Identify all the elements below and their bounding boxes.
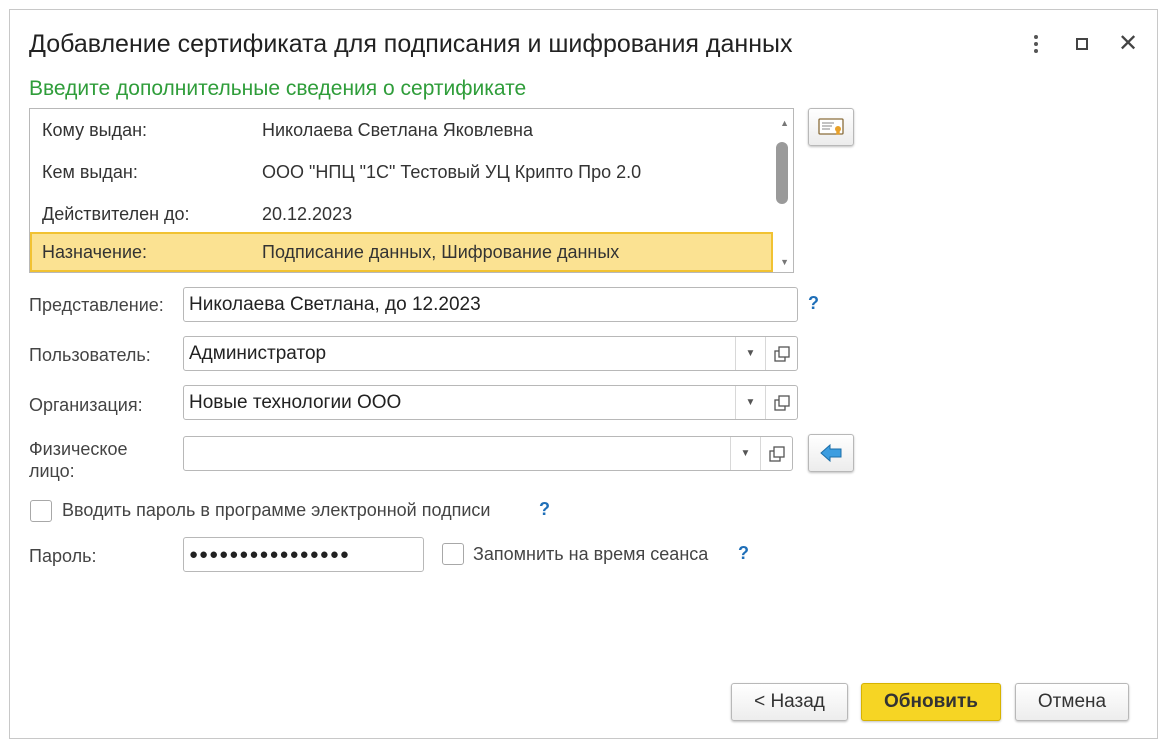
cert-row-key: Назначение: <box>42 241 148 262</box>
back-button[interactable]: < Назад <box>731 683 848 721</box>
chevron-down-icon[interactable]: ▼ <box>730 437 760 470</box>
dialog-title: Добавление сертификата для подписания и … <box>29 30 793 58</box>
password-label: Пароль: <box>29 546 97 566</box>
user-field[interactable]: Администратор ▼ <box>183 336 798 371</box>
scrollbar-thumb[interactable] <box>776 142 788 204</box>
cert-row-value: ООО "НПЦ "1С" Тестовый УЦ Крипто Про 2.0 <box>262 161 642 182</box>
certificate-icon <box>818 118 844 135</box>
scroll-down-icon[interactable]: ▼ <box>780 257 789 267</box>
organization-value: Новые технологии ООО <box>189 391 402 413</box>
chevron-down-icon[interactable]: ▼ <box>735 386 765 419</box>
open-form-icon[interactable] <box>760 437 792 470</box>
enter-password-in-app-label[interactable]: Вводить пароль в программе электронной п… <box>62 500 490 521</box>
presentation-help-icon[interactable]: ? <box>808 293 819 314</box>
cert-row-value: Николаева Светлана Яковлевна <box>262 119 533 140</box>
cert-row-purpose[interactable]: Назначение: Подписание данных, Шифровани… <box>30 232 773 272</box>
remember-session-checkbox[interactable] <box>442 543 464 565</box>
password-input[interactable]: ●●●●●●●●●●●●●●●● <box>183 537 424 572</box>
cert-row-value: Подписание данных, Шифрование данных <box>262 241 620 262</box>
organization-label: Организация: <box>29 395 143 415</box>
cert-row-key: Действителен до: <box>42 203 190 224</box>
cancel-button[interactable]: Отмена <box>1015 683 1129 721</box>
open-form-icon[interactable] <box>765 386 797 419</box>
password-value: ●●●●●●●●●●●●●●●● <box>189 546 350 563</box>
cert-row-issued-by[interactable]: Кем выдан: ООО "НПЦ "1С" Тестовый УЦ Кри… <box>30 153 773 191</box>
cert-row-valid-until[interactable]: Действителен до: 20.12.2023 <box>30 195 773 233</box>
cert-row-key: Кому выдан: <box>42 119 148 140</box>
enter-password-in-app-checkbox[interactable] <box>30 500 52 522</box>
certificate-info-list[interactable]: Кому выдан: Николаева Светлана Яковлевна… <box>29 108 794 273</box>
close-icon[interactable]: ✕ <box>1116 32 1140 56</box>
cert-row-value: 20.12.2023 <box>262 203 353 224</box>
remember-session-label[interactable]: Запомнить на время сеанса <box>473 544 708 565</box>
more-vertical-icon[interactable] <box>1024 32 1048 56</box>
dialog-subtitle: Введите дополнительные сведения о сертиф… <box>29 77 527 100</box>
person-field[interactable]: ▼ <box>183 436 793 471</box>
person-label: Физическое лицо: <box>29 438 128 482</box>
remember-session-help-icon[interactable]: ? <box>738 543 749 564</box>
person-label-line1: Физическое <box>29 439 128 459</box>
chevron-down-icon[interactable]: ▼ <box>735 337 765 370</box>
enter-password-help-icon[interactable]: ? <box>539 499 550 520</box>
arrow-left-icon <box>820 444 842 462</box>
cert-row-key: Кем выдан: <box>42 161 138 182</box>
open-form-icon[interactable] <box>765 337 797 370</box>
fill-person-button[interactable] <box>808 434 854 472</box>
presentation-value: Николаева Светлана, до 12.2023 <box>189 293 481 315</box>
presentation-label: Представление: <box>29 295 164 315</box>
user-value: Администратор <box>189 342 327 364</box>
organization-field[interactable]: Новые технологии ООО ▼ <box>183 385 798 420</box>
presentation-input[interactable]: Николаева Светлана, до 12.2023 <box>183 287 798 322</box>
person-label-line2: лицо: <box>29 461 75 481</box>
update-button[interactable]: Обновить <box>861 683 1001 721</box>
scroll-up-icon[interactable]: ▲ <box>780 118 789 128</box>
cert-row-issued-to[interactable]: Кому выдан: Николаева Светлана Яковлевна <box>30 111 773 149</box>
maximize-icon[interactable] <box>1070 32 1094 56</box>
user-label: Пользователь: <box>29 345 151 365</box>
dialog-window: Добавление сертификата для подписания и … <box>9 9 1158 739</box>
view-certificate-button[interactable] <box>808 108 854 146</box>
